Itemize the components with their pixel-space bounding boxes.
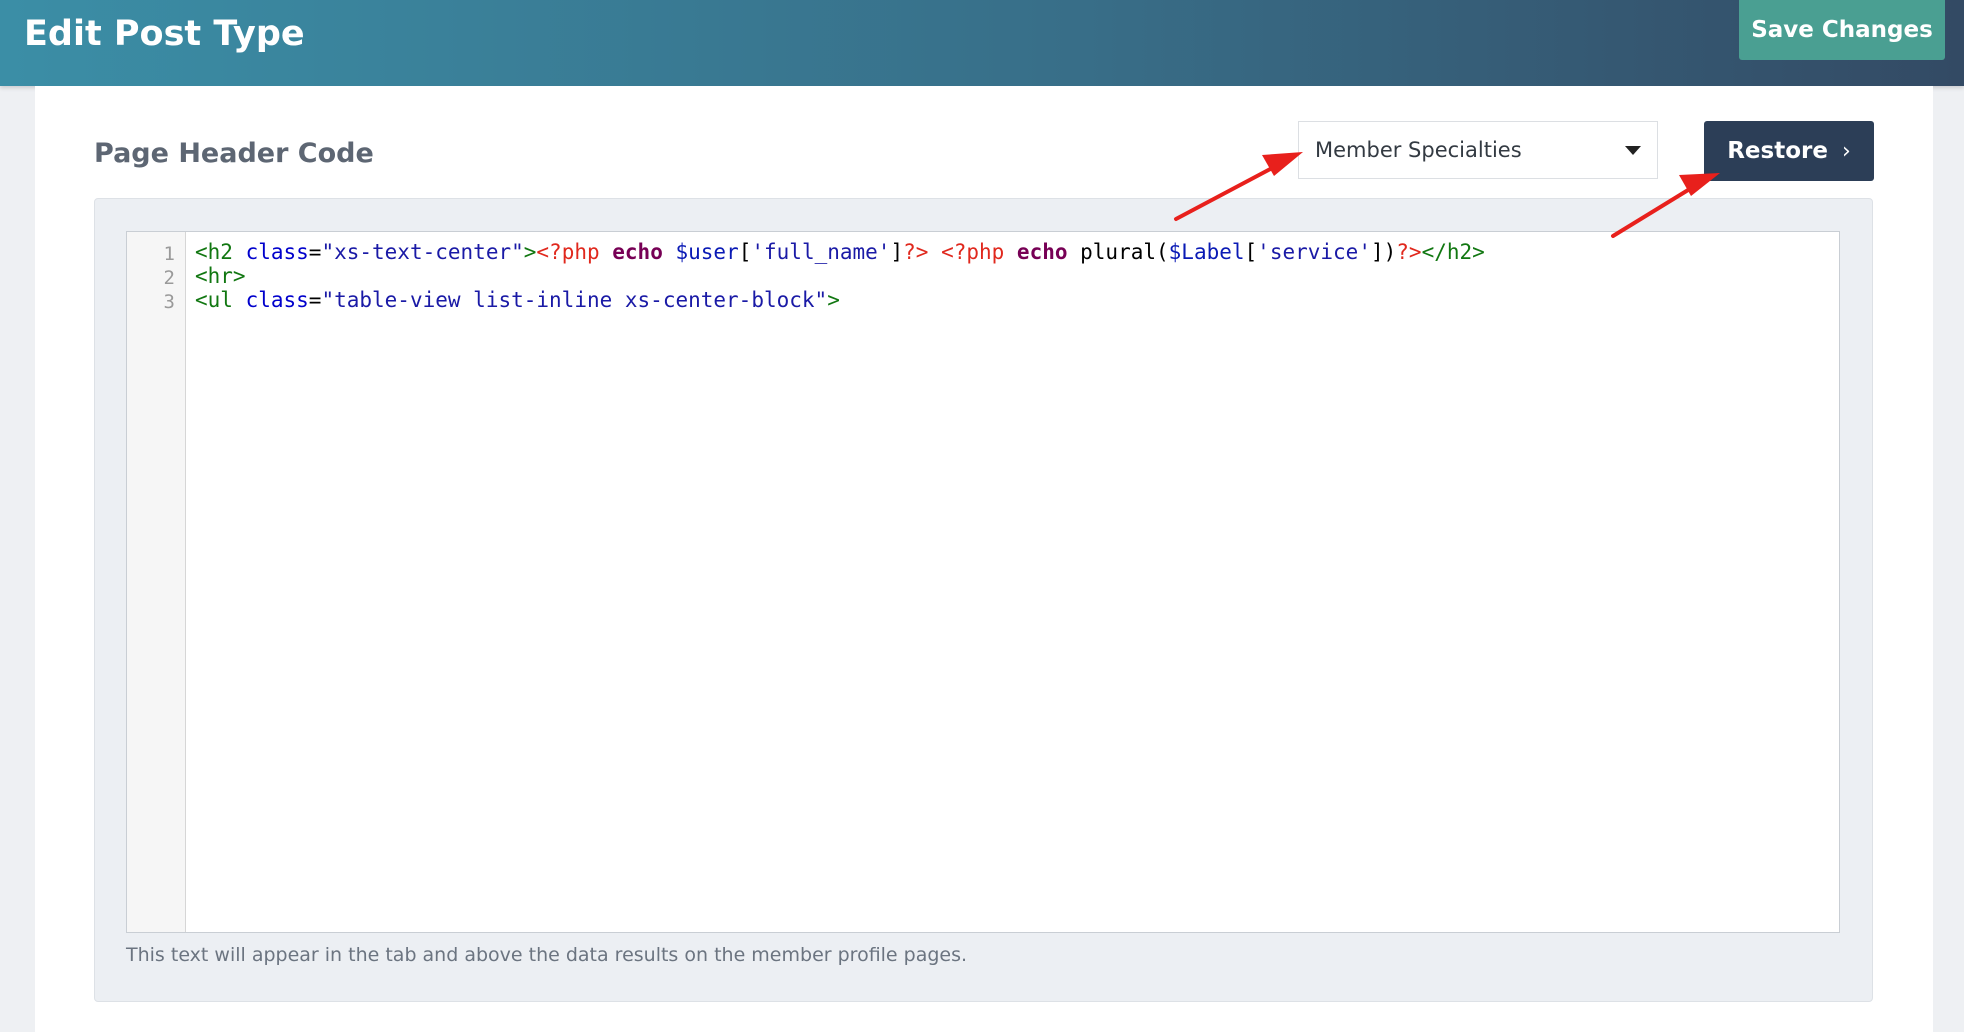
code-token: [ xyxy=(1244,240,1258,264)
code-line: <ul class="table-view list-inline xs-cen… xyxy=(195,288,840,312)
code-token: 'full_name' xyxy=(751,240,891,264)
code-line: <hr> xyxy=(195,264,246,288)
code-panel: 1 2 3 <h2 class="xs-text-center"><?php e… xyxy=(94,198,1873,1002)
code-token: plural( xyxy=(1067,240,1169,264)
code-token: ] xyxy=(890,240,904,264)
code-token: > xyxy=(827,288,840,312)
code-token: ?> xyxy=(1396,240,1422,264)
line-number: 2 xyxy=(163,267,175,289)
code-line: <h2 class="xs-text-center"><?php echo $u… xyxy=(195,240,1485,264)
code-token: echo xyxy=(1016,240,1068,264)
template-select-value: Member Specialties xyxy=(1315,138,1522,162)
code-token: [ xyxy=(738,240,752,264)
code-token: <hr> xyxy=(195,264,246,288)
code-token: ]) xyxy=(1370,240,1397,264)
page-title: Edit Post Type xyxy=(24,14,305,54)
restore-button[interactable]: Restore › xyxy=(1704,121,1874,181)
code-token: ?> xyxy=(903,240,929,264)
code-token: $Label xyxy=(1168,240,1245,264)
line-number-gutter: 1 2 3 xyxy=(127,232,186,932)
code-token: echo xyxy=(612,240,663,264)
template-select[interactable]: Member Specialties xyxy=(1298,121,1658,179)
code-token: class xyxy=(245,240,309,264)
code-token: <ul xyxy=(195,288,246,312)
code-token: 'service' xyxy=(1257,240,1371,264)
code-token: class xyxy=(245,288,309,312)
content-card: Page Header Code Member Specialties Rest… xyxy=(35,86,1933,1032)
top-header-bar: Edit Post Type Save Changes xyxy=(0,0,1964,86)
code-token: </h2> xyxy=(1421,240,1485,264)
code-editor[interactable]: 1 2 3 <h2 class="xs-text-center"><?php e… xyxy=(126,231,1840,933)
line-number: 3 xyxy=(163,291,175,313)
line-number: 1 xyxy=(163,243,175,265)
section-title: Page Header Code xyxy=(94,138,374,169)
code-token: $user xyxy=(675,240,739,264)
restore-button-label: Restore xyxy=(1727,138,1828,164)
code-token: > xyxy=(523,240,537,264)
code-token: <?php xyxy=(941,240,1017,264)
code-token: <?php xyxy=(536,240,613,264)
save-changes-button[interactable]: Save Changes xyxy=(1739,0,1945,60)
code-token: = xyxy=(308,288,322,312)
code-token: "table-view list-inline xs-center-block" xyxy=(321,288,828,312)
caret-down-icon xyxy=(1625,145,1641,155)
code-token: = xyxy=(308,240,322,264)
code-token: "xs-text-center" xyxy=(321,240,524,264)
help-text: This text will appear in the tab and abo… xyxy=(126,944,968,966)
code-token: <h2 xyxy=(195,240,246,264)
chevron-right-icon: › xyxy=(1841,138,1851,164)
